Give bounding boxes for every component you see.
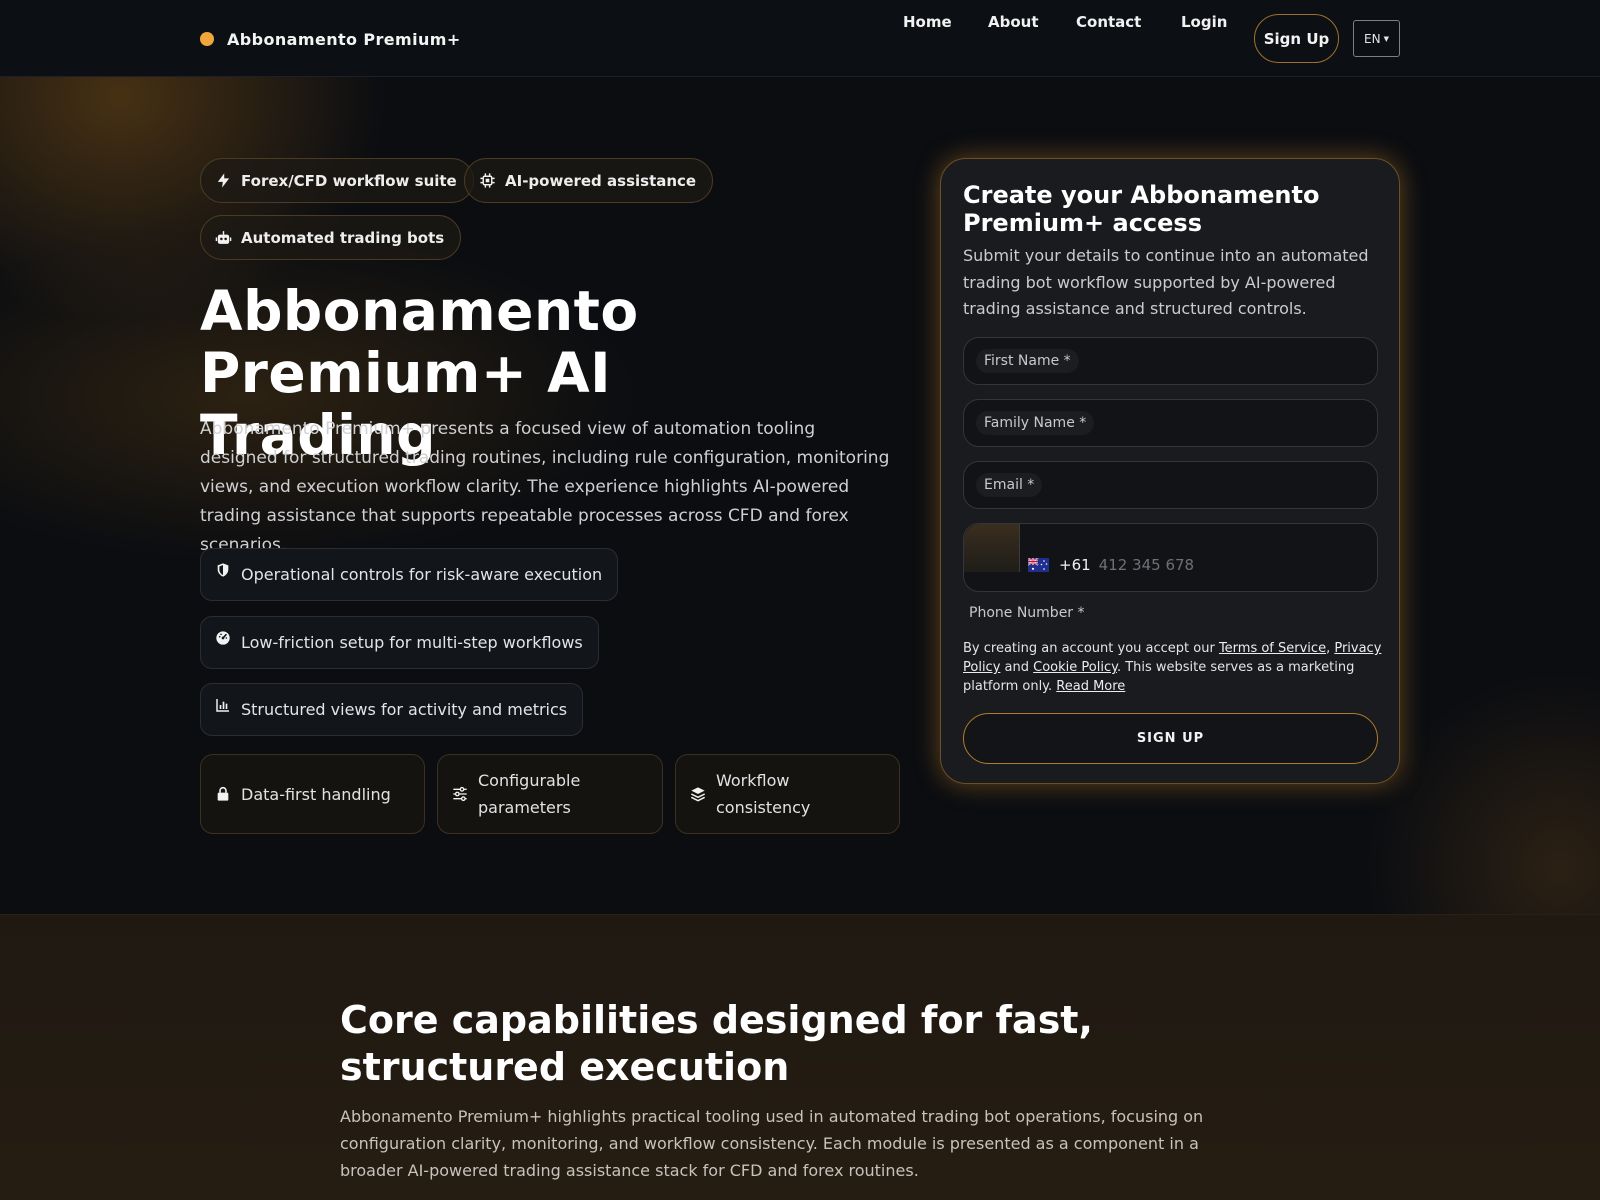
feature-low-friction-setup: Low-friction setup for multi-step workfl… xyxy=(200,616,599,669)
sliders-icon xyxy=(453,786,467,802)
phone-input-row[interactable]: +61 412 345 678 xyxy=(1028,555,1194,575)
top-navigation-bar: Abbonamento Premium+ Home About Contact … xyxy=(0,0,1600,77)
robot-icon xyxy=(215,231,232,244)
bar-chart-icon xyxy=(216,698,229,712)
legal-consent-text: By creating an account you accept our Te… xyxy=(963,639,1383,696)
capabilities-description: Abbonamento Premium+ highlights practica… xyxy=(340,1107,1204,1180)
feature-operational-controls: Operational controls for risk-aware exec… xyxy=(200,548,619,601)
nav-link-contact[interactable]: Contact xyxy=(1076,13,1141,31)
chip-label: Forex/CFD workflow suite xyxy=(241,171,457,190)
first-name-label: First Name * xyxy=(976,349,1079,373)
form-title: Create your Abbonamento Premium+ access xyxy=(963,181,1320,237)
read-more-link[interactable]: Read More xyxy=(1056,679,1125,694)
phone-input-placeholder[interactable]: 412 345 678 xyxy=(1099,556,1194,574)
header-signup-button[interactable]: Sign Up xyxy=(1254,14,1339,63)
cpu-chip-icon xyxy=(480,173,495,188)
chip-forex-cfd: Forex/CFD workflow suite xyxy=(200,158,474,203)
dial-code: +61 xyxy=(1059,556,1091,574)
card-label: Data-first handling xyxy=(241,784,391,804)
family-name-label: Family Name * xyxy=(976,411,1095,435)
chip-label: AI-powered assistance xyxy=(505,171,697,190)
gauge-icon xyxy=(216,630,230,645)
signup-form: Create your Abbonamento Premium+ access … xyxy=(940,158,1400,784)
cookie-policy-link[interactable]: Cookie Policy xyxy=(1033,660,1117,675)
phone-number-field[interactable]: +61 412 345 678 xyxy=(963,523,1378,592)
nav-link-login[interactable]: Login xyxy=(1181,13,1227,31)
brand-logo[interactable]: Abbonamento Premium+ xyxy=(200,27,461,51)
chip-trading-bots: Automated trading bots xyxy=(200,215,462,260)
card-data-first-handling: Data-first handling xyxy=(200,754,425,834)
form-subtitle: Submit your details to continue into an … xyxy=(963,246,1369,318)
australia-flag-icon xyxy=(1028,558,1049,572)
lightning-icon xyxy=(217,173,230,188)
capabilities-section: Core capabilities designed for fast, str… xyxy=(0,915,1600,1200)
phone-number-label: Phone Number * xyxy=(969,605,1085,621)
card-label: Configurable parameters xyxy=(478,771,581,817)
email-field[interactable]: Email * xyxy=(963,461,1378,509)
language-selector[interactable]: EN ▼ xyxy=(1353,20,1400,57)
card-configurable-parameters: Configurable parameters xyxy=(437,754,663,834)
chip-label: Automated trading bots xyxy=(241,228,445,247)
legal-and: and xyxy=(1000,660,1034,675)
family-name-field[interactable]: Family Name * xyxy=(963,399,1378,447)
country-code-selector[interactable] xyxy=(964,524,1020,572)
layers-icon xyxy=(691,787,705,802)
chip-ai-assistance: AI-powered assistance xyxy=(464,158,714,203)
language-code: EN xyxy=(1364,31,1381,46)
feature-label: Operational controls for risk-aware exec… xyxy=(241,565,603,584)
nav-link-about[interactable]: About xyxy=(988,13,1039,31)
card-workflow-consistency: Workflow consistency xyxy=(675,754,900,834)
capabilities-title: Core capabilities designed for fast, str… xyxy=(340,998,1093,1089)
form-signup-button[interactable]: SIGN UP xyxy=(963,713,1378,764)
email-label: Email * xyxy=(976,473,1043,497)
feature-label: Low-friction setup for multi-step workfl… xyxy=(241,633,583,652)
brand-dot-icon xyxy=(200,32,214,46)
feature-label: Structured views for activity and metric… xyxy=(241,700,568,719)
card-label: Workflow consistency xyxy=(716,771,811,817)
first-name-field[interactable]: First Name * xyxy=(963,337,1378,385)
feature-structured-views: Structured views for activity and metric… xyxy=(200,683,584,736)
terms-of-service-link[interactable]: Terms of Service xyxy=(1219,641,1326,656)
chevron-down-icon: ▼ xyxy=(1383,34,1389,43)
brand-name: Abbonamento Premium+ xyxy=(227,29,461,49)
nav-link-home[interactable]: Home xyxy=(903,13,952,31)
legal-prefix: By creating an account you accept our xyxy=(963,641,1219,656)
lock-icon xyxy=(217,786,229,801)
shield-icon xyxy=(217,562,229,577)
hero-description: Abbonamento Premium+ presents a focused … xyxy=(200,419,890,555)
